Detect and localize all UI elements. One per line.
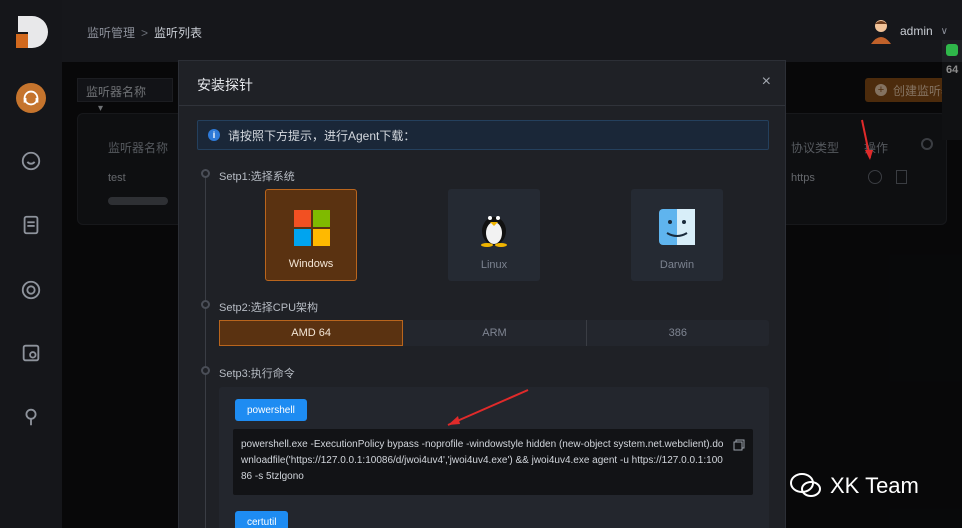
step1-label: Setp1:选择系统	[219, 171, 295, 183]
steps-timeline	[205, 169, 206, 528]
breadcrumb-parent[interactable]: 监听管理	[87, 26, 135, 40]
info-text: 请按照下方提示，进行Agent下载：	[228, 128, 416, 143]
top-bar: 监听管理 > 监听列表 admin ∨	[62, 0, 962, 62]
watermark: XK Team	[790, 472, 919, 500]
app-root: 监听管理 > 监听列表 admin ∨ 监听器名称 ▾ + 创建监听器 监听器名称 …	[0, 0, 962, 528]
copy-icon[interactable]	[733, 439, 745, 451]
modal-title: 安装探针	[197, 77, 253, 93]
os-option-linux[interactable]: Linux	[448, 189, 540, 281]
nav-chat-icon[interactable]	[16, 146, 46, 176]
powershell-command-text: powershell.exe -ExecutionPolicy bypass -…	[241, 439, 724, 482]
cpu-arch-selector: AMD 64 ARM 386	[219, 320, 769, 346]
info-icon: i	[208, 129, 220, 141]
command-panel: powershell powershell.exe -ExecutionPoli…	[219, 387, 769, 528]
windows-icon	[294, 210, 330, 246]
wechat-icon	[790, 473, 821, 497]
os-option-windows[interactable]: Windows	[265, 189, 357, 281]
sidebar	[0, 0, 62, 528]
check-icon	[946, 44, 958, 56]
nav-settings-doc-icon[interactable]	[16, 338, 46, 368]
step2-dot	[201, 300, 210, 309]
powershell-tab[interactable]: powershell	[235, 399, 307, 421]
macos-finder-icon	[659, 209, 695, 245]
cpu-option-386[interactable]: 386	[587, 320, 769, 346]
app-logo	[16, 16, 48, 48]
step3-dot	[201, 366, 210, 375]
step2-label: Setp2:选择CPU架构	[219, 302, 319, 314]
breadcrumb: 监听管理 > 监听列表	[87, 24, 202, 41]
watermark-text: XK Team	[830, 473, 919, 498]
nav-document-icon[interactable]	[16, 210, 46, 240]
cpu-option-amd64[interactable]: AMD 64	[219, 320, 404, 346]
os-label-windows: Windows	[288, 258, 334, 270]
install-probe-modal: 安装探针 × i 请按照下方提示，进行Agent下载： Setp1:选择系统 W…	[178, 60, 786, 528]
nav-headset-icon[interactable]	[16, 83, 46, 113]
modal-divider	[179, 105, 785, 106]
breadcrumb-separator: >	[141, 26, 149, 40]
nav-key-icon[interactable]	[16, 402, 46, 432]
step3-label: Setp3:执行命令	[219, 368, 295, 380]
step1-dot	[201, 169, 210, 178]
linux-tux-icon	[481, 216, 507, 247]
user-menu[interactable]: admin ∨	[870, 18, 948, 44]
chevron-down-icon: ∨	[940, 25, 948, 37]
certutil-tab[interactable]: certutil	[235, 511, 289, 528]
os-label-darwin: Darwin	[659, 259, 695, 271]
info-banner: i 请按照下方提示，进行Agent下载：	[197, 120, 769, 150]
breadcrumb-current: 监听列表	[154, 26, 203, 40]
close-icon[interactable]: ×	[762, 73, 771, 91]
avatar-icon	[870, 20, 891, 44]
os-option-darwin[interactable]: Darwin	[631, 189, 723, 281]
powershell-command[interactable]: powershell.exe -ExecutionPolicy bypass -…	[233, 429, 753, 495]
os-label-linux: Linux	[480, 259, 508, 271]
nav-radar-icon[interactable]	[16, 275, 46, 305]
cpu-option-arm[interactable]: ARM	[403, 320, 587, 346]
user-name: admin	[899, 24, 933, 38]
